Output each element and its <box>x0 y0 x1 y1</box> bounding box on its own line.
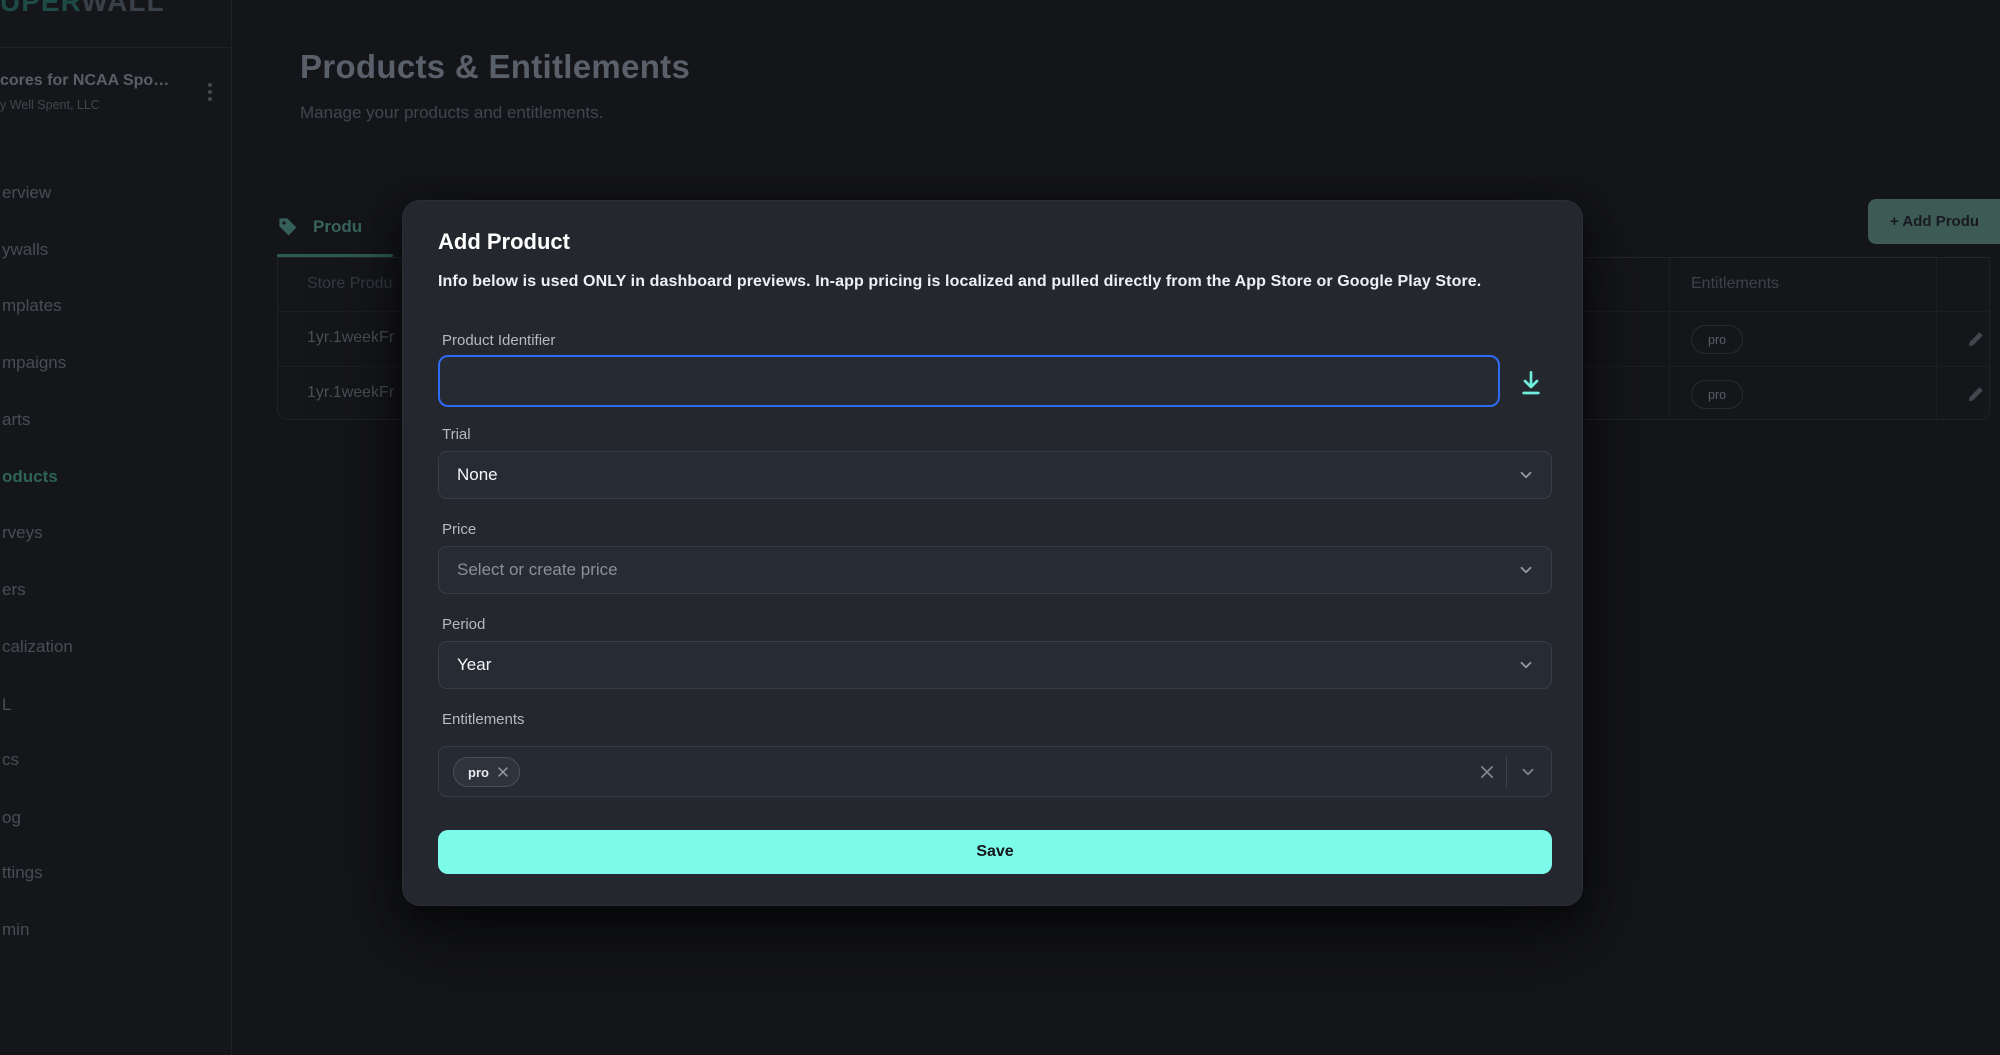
edit-icon[interactable] <box>1966 384 1986 404</box>
sidebar-item-log[interactable]: og <box>0 808 21 828</box>
trial-select[interactable]: None <box>438 451 1552 499</box>
divider <box>0 47 232 48</box>
trial-value: None <box>457 465 498 485</box>
price-placeholder: Select or create price <box>457 560 618 580</box>
tab-products[interactable]: Produ <box>277 205 362 249</box>
entitlement-chip: pro <box>453 757 520 787</box>
chip-label: pro <box>468 765 489 780</box>
sidebar-item-admin[interactable]: min <box>0 920 29 940</box>
edit-icon[interactable] <box>1966 329 1986 349</box>
product-identifier-input[interactable] <box>438 355 1500 407</box>
sidebar-item-products[interactable]: oducts <box>0 467 58 487</box>
page-subtitle: Manage your products and entitlements. <box>300 103 603 123</box>
sidebar-item-metrics[interactable]: cs <box>0 750 19 770</box>
chevron-down-icon <box>1517 466 1535 484</box>
superwall-logo: UPERWALL <box>0 0 165 18</box>
add-product-modal: Add Product Info below is used ONLY in d… <box>402 200 1583 906</box>
chevron-down-icon <box>1519 763 1537 781</box>
sidebar-item-localization[interactable]: calization <box>0 637 73 657</box>
app-root: UPERWALL cores for NCAA Spo… y Well Spen… <box>0 0 2000 1055</box>
column-header-store-product: Store Produ <box>307 275 392 293</box>
save-button[interactable]: Save <box>438 830 1552 874</box>
chevron-down-icon <box>1517 656 1535 674</box>
sidebar-item-surveys[interactable]: rveys <box>0 523 43 543</box>
page-title: Products & Entitlements <box>300 48 690 86</box>
modal-description: Info below is used ONLY in dashboard pre… <box>438 273 1481 291</box>
chip-remove-icon[interactable] <box>497 766 509 778</box>
chevron-down-icon <box>1517 561 1535 579</box>
sidebar-item-overview[interactable]: erview <box>0 183 51 203</box>
period-label: Period <box>442 616 485 633</box>
period-value: Year <box>457 655 491 675</box>
clear-all-icon[interactable] <box>1479 764 1495 780</box>
sidebar-item-sql[interactable]: L <box>0 695 11 715</box>
sidebar-item-templates[interactable]: mplates <box>0 296 62 316</box>
column-header-entitlements: Entitlements <box>1691 275 1779 293</box>
entitlement-badge: pro <box>1691 380 1743 409</box>
entitlement-badge: pro <box>1691 325 1743 354</box>
tab-label: Produ <box>313 217 362 237</box>
store-product-id: 1yr.1weekFr <box>307 329 394 347</box>
sidebar-item-charts[interactable]: arts <box>0 410 30 430</box>
entitlements-multiselect[interactable]: pro <box>438 746 1552 797</box>
price-label: Price <box>442 521 476 538</box>
entitlements-label: Entitlements <box>442 711 525 728</box>
divider <box>1506 755 1507 789</box>
sidebar-item-campaigns[interactable]: mpaigns <box>0 353 66 373</box>
trial-label: Trial <box>442 426 471 443</box>
add-product-button[interactable]: + Add Produ <box>1868 199 2000 244</box>
app-switcher-org: y Well Spent, LLC <box>0 98 200 112</box>
sidebar: UPERWALL cores for NCAA Spo… y Well Spen… <box>0 0 232 1055</box>
sidebar-item-users[interactable]: ers <box>0 580 26 600</box>
period-select[interactable]: Year <box>438 641 1552 689</box>
store-product-id: 1yr.1weekFr <box>307 384 394 402</box>
modal-title: Add Product <box>438 229 570 255</box>
tag-icon <box>277 216 299 238</box>
price-select[interactable]: Select or create price <box>438 546 1552 594</box>
product-identifier-label: Product Identifier <box>442 332 555 349</box>
download-icon[interactable] <box>1515 367 1547 399</box>
app-menu-kebab-icon[interactable] <box>205 83 215 105</box>
sidebar-item-settings[interactable]: ttings <box>0 863 43 883</box>
sidebar-item-paywalls[interactable]: ywalls <box>0 240 48 260</box>
app-switcher-name[interactable]: cores for NCAA Spo… <box>0 72 200 90</box>
